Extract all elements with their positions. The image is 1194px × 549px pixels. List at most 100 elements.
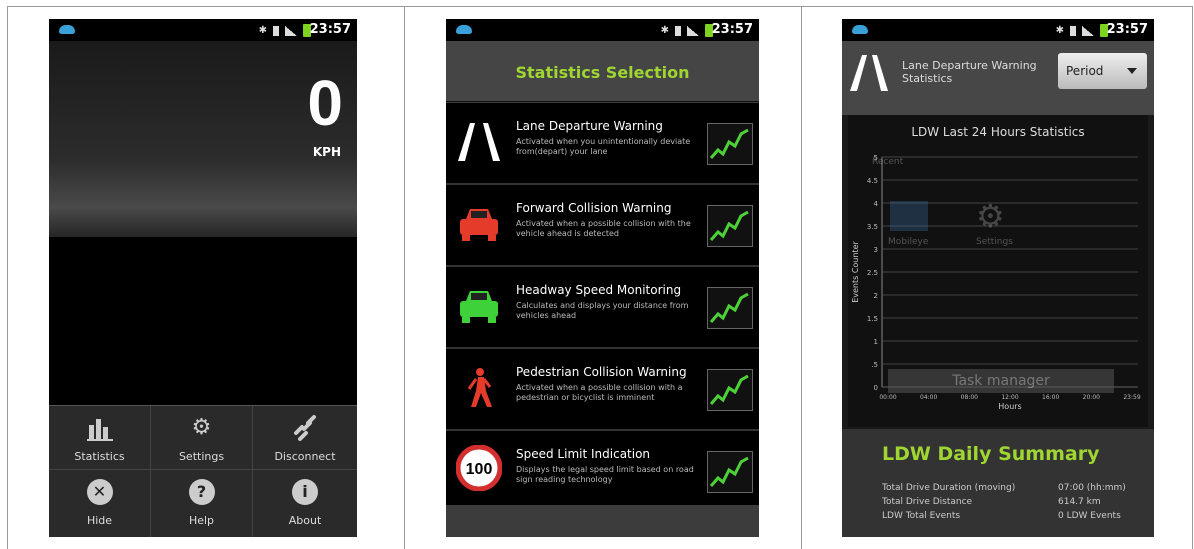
menu-item-label: Statistics xyxy=(74,450,125,463)
y-tick-label: 0 xyxy=(874,384,878,392)
signal-icon xyxy=(1082,25,1094,36)
sim-icon xyxy=(675,25,681,36)
bluetooth-icon: ✱ xyxy=(258,25,267,36)
period-dropdown-label: Period xyxy=(1066,64,1104,78)
y-tick-label: 1.5 xyxy=(867,315,878,323)
period-dropdown[interactable]: Period xyxy=(1058,53,1147,89)
daily-summary: LDW Daily Summary Total Drive Duration (… xyxy=(842,429,1154,537)
item-title: Forward Collision Warning xyxy=(516,201,672,215)
item-title: Speed Limit Indication xyxy=(516,447,651,461)
ldw-chart: LDW Last 24 Hours Statistics 0.5 1 1.5 2 2.5… xyxy=(848,115,1148,427)
close-circle-icon: ✕ xyxy=(86,479,113,505)
y-tick-label: 2.5 xyxy=(867,269,878,277)
lane-icon xyxy=(848,53,890,97)
menu-item-label: Help xyxy=(188,514,215,527)
menu-item-help[interactable]: ? Help xyxy=(151,470,253,537)
lane-icon xyxy=(456,121,502,163)
task-manager-button[interactable]: Task manager xyxy=(888,369,1114,393)
trend-graph-icon xyxy=(707,205,753,247)
x-tick-label: 20:00 xyxy=(1083,394,1100,401)
info-icon: i xyxy=(292,479,318,505)
item-title: Pedestrian Collision Warning xyxy=(516,365,687,379)
list-item-headway-speed[interactable]: Headway Speed Monitoring Calculates and … xyxy=(446,267,759,349)
app-logo-icon xyxy=(456,25,472,34)
app-logo-icon xyxy=(852,25,868,34)
y-tick-label: 2 xyxy=(874,292,878,300)
green-car-icon xyxy=(456,285,502,327)
sim-icon xyxy=(1070,25,1076,36)
recent-label: Recent xyxy=(872,157,904,167)
bluetooth-icon: ✱ xyxy=(660,25,669,36)
list-item-lane-departure[interactable]: Lane Departure Warning Activated when yo… xyxy=(446,103,759,185)
speed-unit: KPH xyxy=(312,145,341,159)
menu-item-label: Settings xyxy=(178,450,225,463)
help-icon: ? xyxy=(188,479,215,505)
bluetooth-icon: ✱ xyxy=(1055,25,1064,36)
summary-value: 0 LDW Events xyxy=(1058,511,1121,521)
status-bar: ✱ 23:57 xyxy=(842,19,1154,41)
status-time: 23:57 xyxy=(1106,22,1148,37)
signal-icon xyxy=(285,25,297,36)
menu-item-label: Hide xyxy=(86,514,113,527)
menu-item-settings[interactable]: ⚙ Settings xyxy=(151,406,253,470)
menu-item-statistics[interactable]: Statistics xyxy=(49,406,151,470)
item-description: Activated when a possible collision with… xyxy=(516,219,691,238)
red-car-icon xyxy=(456,203,502,245)
speed-value: 0 xyxy=(307,67,343,139)
status-time: 23:57 xyxy=(309,22,351,37)
list-item-pedestrian-collision[interactable]: Pedestrian Collision Warning Activated w… xyxy=(446,349,759,431)
item-description: Activated when a possible collision with… xyxy=(516,383,683,402)
phone-screen-statistics-selection: ✱ 23:57 Statistics Selection Lane Depart… xyxy=(446,19,759,537)
list-item-speed-limit[interactable]: 100 Speed Limit Indication Displays the … xyxy=(446,431,759,507)
summary-value: 614.7 km xyxy=(1058,497,1101,507)
trend-graph-icon xyxy=(707,123,753,165)
menu-item-label: Disconnect xyxy=(274,450,336,463)
item-description: Calculates and displays your distance fr… xyxy=(516,301,689,320)
page-title: Statistics Selection xyxy=(515,63,690,82)
mobileye-app-label: Mobileye xyxy=(888,237,929,247)
sim-icon xyxy=(273,25,279,36)
y-tick-label: 1 xyxy=(874,338,878,346)
x-axis-label: Hours xyxy=(998,402,1021,411)
page-title: Lane Departure Warning Statistics xyxy=(902,59,1037,85)
x-tick-label: 12:00 xyxy=(1001,394,1018,401)
phone-screen-dashboard: ✱ 23:57 0 KPH Statistics ⚙ Settings Disc… xyxy=(49,19,357,537)
x-tick-label: 23:59 xyxy=(1123,394,1140,401)
gear-icon: ⚙ xyxy=(976,197,1005,235)
x-tick-label: 00:00 xyxy=(879,394,896,401)
bar-chart-icon xyxy=(86,415,113,441)
menu-item-disconnect[interactable]: Disconnect xyxy=(253,406,357,470)
broken-link-icon xyxy=(292,415,318,441)
item-description: Activated when you unintentionally devia… xyxy=(516,137,691,156)
speedometer-panel: 0 KPH xyxy=(49,41,357,237)
menu-item-about[interactable]: i About xyxy=(253,470,357,537)
screen-header: Lane Departure Warning Statistics Period xyxy=(842,41,1154,115)
trend-graph-icon xyxy=(707,369,753,411)
y-tick-label: .5 xyxy=(871,361,878,369)
x-tick-label: 08:00 xyxy=(961,394,978,401)
options-menu: Statistics ⚙ Settings Disconnect ✕ Hide … xyxy=(49,405,357,537)
dropdown-arrow-icon xyxy=(1127,68,1137,74)
menu-item-label: About xyxy=(288,514,322,527)
summary-key: LDW Total Events xyxy=(882,511,961,521)
menu-item-hide[interactable]: ✕ Hide xyxy=(49,470,151,537)
summary-key: Total Drive Distance xyxy=(882,497,973,507)
screen-header: Statistics Selection xyxy=(446,41,759,102)
status-bar: ✱ 23:57 xyxy=(49,19,357,41)
phone-screen-ldw-statistics: ✱ 23:57 Lane Departure Warning Statistic… xyxy=(842,19,1154,537)
app-logo-icon xyxy=(59,25,75,34)
summary-key: Total Drive Duration (moving) xyxy=(882,483,1016,493)
list-item-forward-collision[interactable]: Forward Collision Warning Activated when… xyxy=(446,185,759,267)
x-tick-label: 04:00 xyxy=(920,394,937,401)
item-description: Displays the legal speed limit based on … xyxy=(516,465,694,484)
summary-value: 07:00 (hh:mm) xyxy=(1058,483,1126,493)
recent-apps-overlay: Recent Mobileye ⚙ Settings xyxy=(868,145,1048,255)
summary-title: LDW Daily Summary xyxy=(882,443,1100,465)
gear-icon: ⚙ xyxy=(191,415,212,440)
trend-graph-icon xyxy=(707,451,753,493)
speed-limit-sign-icon: 100 xyxy=(455,444,503,492)
status-time: 23:57 xyxy=(711,22,753,37)
trend-graph-icon xyxy=(707,287,753,329)
status-bar: ✱ 23:57 xyxy=(446,19,759,41)
speed-limit-value: 100 xyxy=(466,461,493,478)
